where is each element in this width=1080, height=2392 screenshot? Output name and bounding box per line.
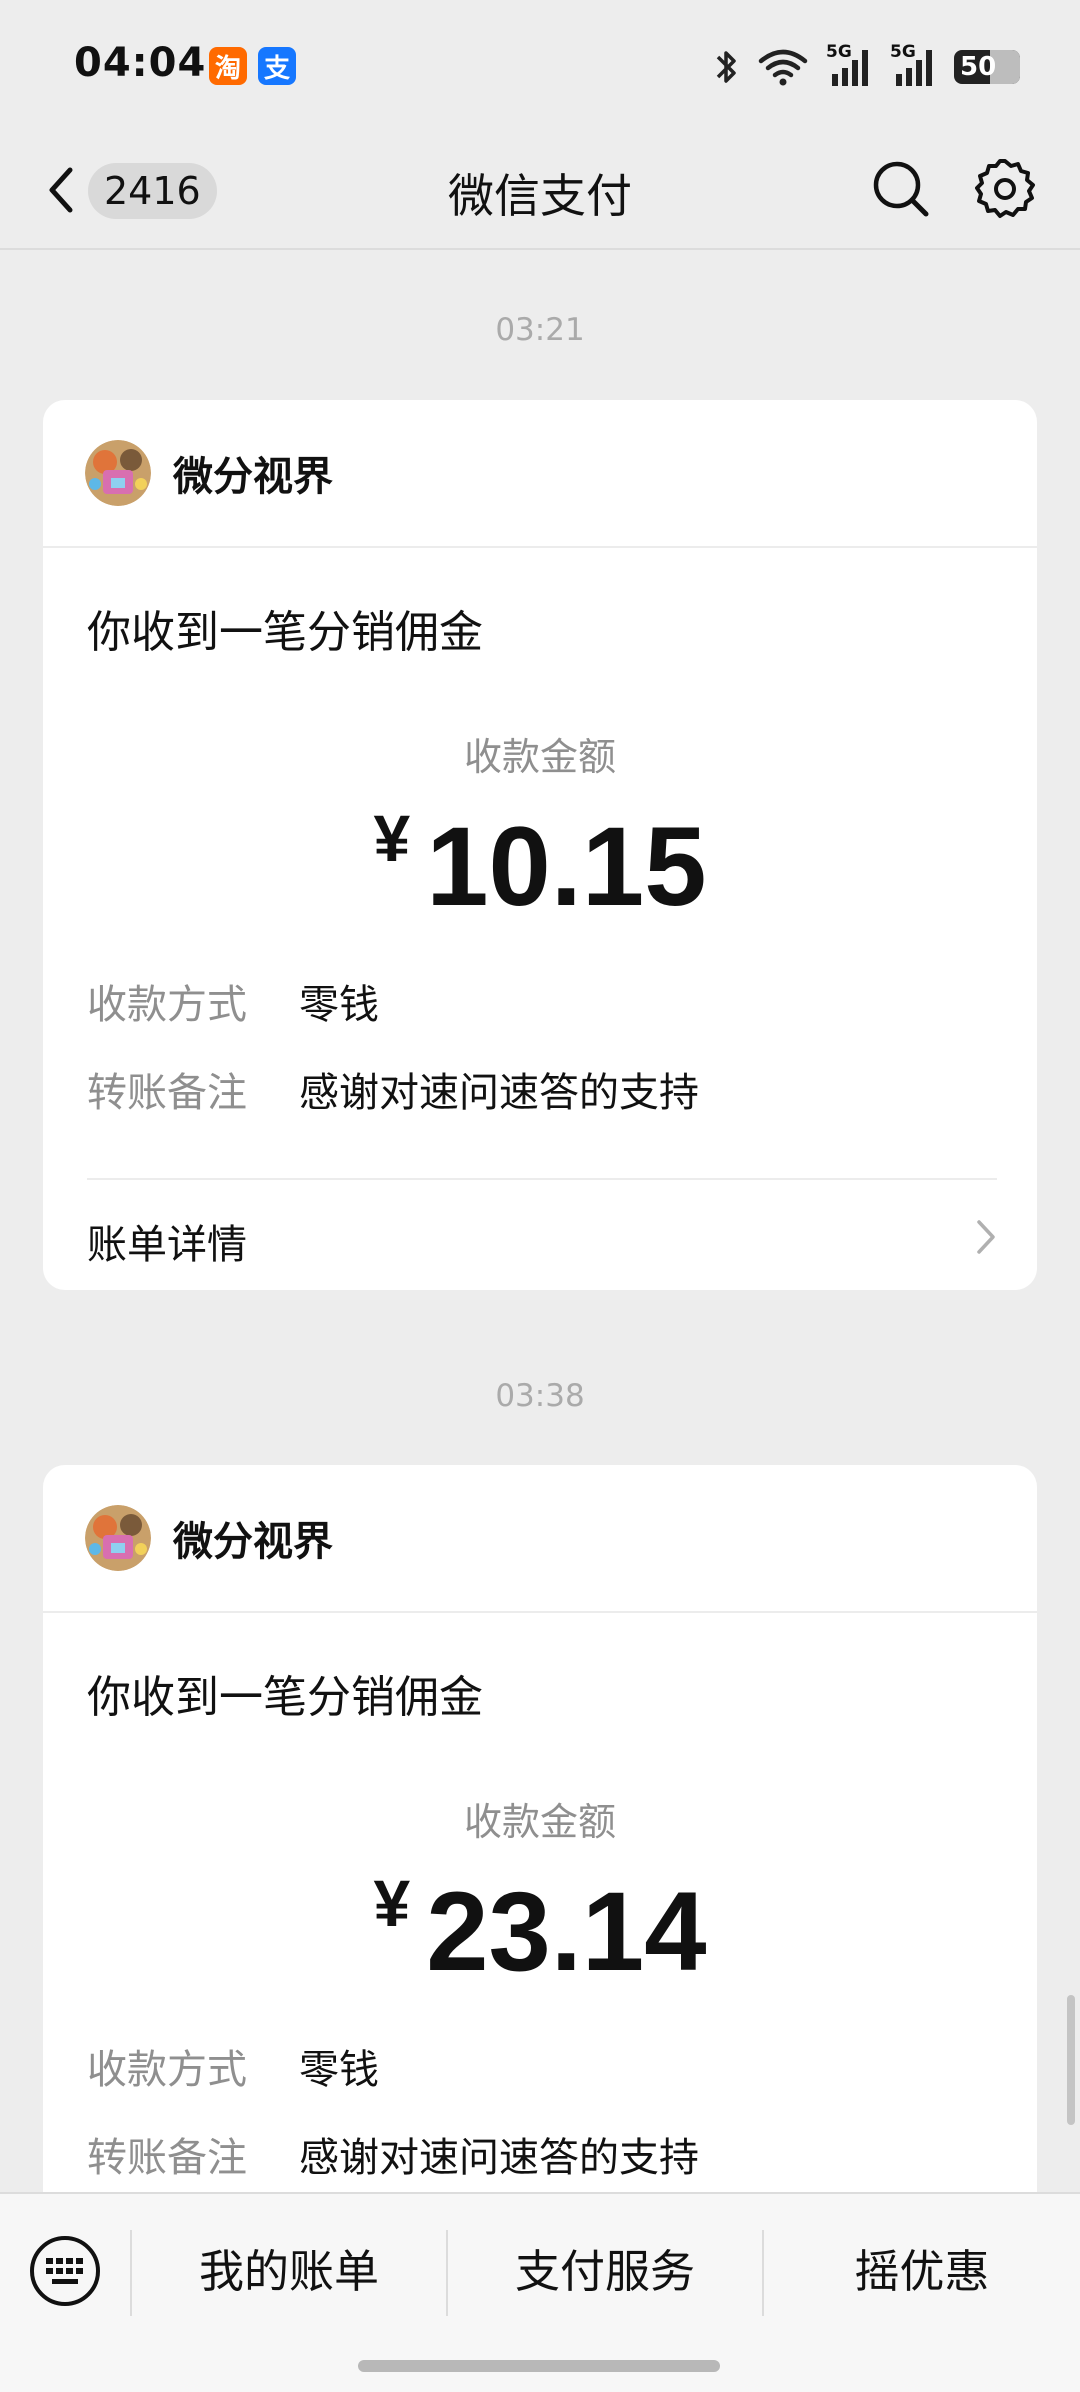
transfer-memo-row: 转账备注 感谢对速问速答的支持: [87, 1060, 699, 1118]
menu-my-bills[interactable]: 我的账单: [132, 2194, 446, 2350]
search-icon[interactable]: [866, 154, 936, 224]
message-timestamp: 03:38: [495, 1378, 585, 1414]
avatar: [85, 1505, 151, 1571]
notice-title: 你收到一笔分销佣金: [87, 1672, 483, 1723]
payment-method-value: 零钱: [299, 982, 379, 1028]
bluetooth-icon: [716, 51, 736, 83]
payment-method-value: 零钱: [299, 2047, 379, 2093]
signal-icon: [896, 50, 932, 86]
transfer-memo-value: 感谢对速问速答的支持: [299, 1070, 699, 1116]
menu-shake-discount[interactable]: 摇优惠: [764, 2194, 1080, 2350]
signal-1: 5G: [826, 42, 872, 88]
status-bar: 04:04 淘 支 5G 5G 50: [0, 0, 1080, 130]
notice-title: 你收到一笔分销佣金: [87, 607, 483, 658]
gear-icon[interactable]: [970, 154, 1040, 224]
scrollbar[interactable]: [1067, 1995, 1075, 2125]
bill-details-link[interactable]: 账单详情: [87, 1212, 247, 1270]
avatar: [85, 440, 151, 506]
wifi-icon: [758, 49, 808, 86]
transfer-memo-label: 转账备注: [87, 2135, 247, 2181]
currency-symbol: ¥: [373, 801, 411, 875]
amount: ¥10.15: [43, 800, 1037, 931]
card-header: 微分视界: [43, 400, 1037, 548]
sender-name: 微分视界: [173, 1519, 333, 1565]
divider: [87, 1178, 997, 1180]
message-timestamp: 03:21: [495, 312, 585, 348]
amount: ¥23.14: [43, 1865, 1037, 1996]
payment-method-label: 收款方式: [87, 2047, 247, 2093]
transfer-memo-value: 感谢对速问速答的支持: [299, 2135, 699, 2181]
card-header: 微分视界: [43, 1465, 1037, 1613]
transfer-memo-row: 转账备注 感谢对速问速答的支持: [87, 2125, 699, 2183]
menu-payment-services[interactable]: 支付服务: [448, 2194, 762, 2350]
payment-method-row: 收款方式 零钱: [87, 2037, 379, 2095]
signal-2: 5G: [890, 42, 936, 88]
payment-method-row: 收款方式 零钱: [87, 972, 379, 1030]
amount-value: 23.14: [426, 1869, 707, 1994]
taobao-icon: 淘: [209, 47, 247, 85]
payment-card[interactable]: 微分视界 你收到一笔分销佣金 收款金额 ¥23.14 收款方式 零钱 转账备注 感谢…: [43, 1465, 1037, 2305]
alipay-icon: 支: [258, 47, 296, 85]
chat-header: 2416 微信支付: [0, 130, 1080, 250]
currency-symbol: ¥: [373, 1866, 411, 1940]
payment-card[interactable]: 微分视界 你收到一笔分销佣金 收款金额 ¥10.15 收款方式 零钱 转账备注 感谢…: [43, 400, 1037, 1290]
signal-icon: [832, 50, 868, 86]
sender-name: 微分视界: [173, 454, 333, 500]
keyboard-icon[interactable]: [28, 2234, 102, 2308]
amount-label: 收款金额: [463, 735, 616, 779]
payment-method-label: 收款方式: [87, 982, 247, 1028]
transfer-memo-label: 转账备注: [87, 1070, 247, 1116]
battery-indicator: 50: [954, 50, 1020, 84]
home-indicator[interactable]: [358, 2360, 720, 2372]
amount-label: 收款金额: [463, 1800, 616, 1844]
status-time: 04:04: [74, 40, 207, 86]
chevron-right-icon[interactable]: [971, 1212, 1001, 1262]
amount-value: 10.15: [426, 804, 707, 929]
